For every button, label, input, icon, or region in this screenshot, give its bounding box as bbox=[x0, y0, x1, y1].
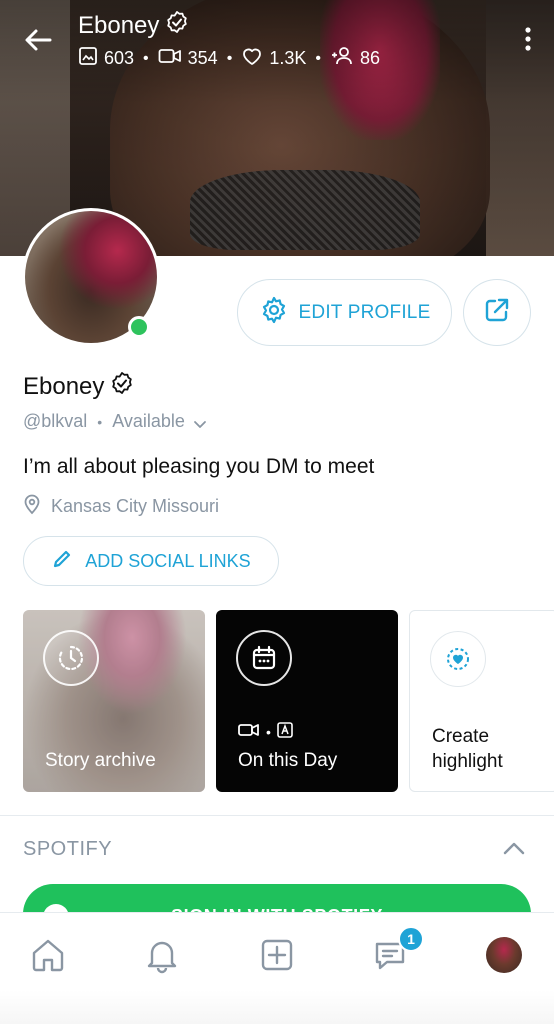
heart-icon bbox=[241, 46, 263, 71]
on-this-day-card[interactable]: • On this Day bbox=[216, 610, 398, 792]
verified-icon bbox=[165, 10, 189, 41]
profile-handle: @blkval bbox=[23, 411, 88, 431]
story-archive-label: Story archive bbox=[45, 750, 156, 772]
video-icon bbox=[238, 722, 260, 741]
heart-plus-icon bbox=[430, 631, 486, 687]
bottom-fade bbox=[0, 990, 554, 1024]
media-separator: • bbox=[266, 723, 271, 740]
back-arrow-icon[interactable] bbox=[20, 22, 56, 58]
stat-separator: • bbox=[143, 49, 149, 67]
profile-handle-row: @blkval • Available bbox=[23, 411, 207, 432]
share-icon bbox=[482, 295, 512, 330]
header-name-text: Eboney bbox=[78, 11, 160, 39]
text-post-icon bbox=[277, 722, 293, 741]
stat-photos: 603 bbox=[78, 46, 134, 71]
profile-name: Eboney bbox=[23, 371, 134, 402]
clock-icon bbox=[43, 630, 99, 686]
pencil-icon bbox=[51, 548, 73, 575]
profile-avatar-tab[interactable] bbox=[486, 937, 522, 973]
location-pin-icon bbox=[23, 493, 41, 520]
add-post-icon[interactable] bbox=[257, 935, 297, 975]
on-this-day-media-types: • bbox=[238, 722, 293, 741]
availability-status[interactable]: Available bbox=[112, 411, 185, 432]
header-name: Eboney bbox=[78, 10, 189, 41]
subscribers-icon bbox=[330, 46, 354, 71]
stat-subscribers-value: 86 bbox=[359, 48, 380, 68]
video-icon bbox=[158, 46, 182, 71]
add-social-links-label: ADD SOCIAL LINKS bbox=[85, 550, 251, 571]
image-icon bbox=[78, 46, 98, 71]
profile-location-text: Kansas City Missouri bbox=[51, 496, 220, 516]
story-archive-card[interactable]: Story archive bbox=[23, 610, 205, 792]
edit-profile-label: EDIT PROFILE bbox=[298, 301, 431, 323]
chevron-down-icon[interactable] bbox=[193, 415, 207, 429]
on-this-day-label: On this Day bbox=[238, 750, 338, 772]
stat-photos-value: 603 bbox=[104, 48, 135, 68]
bell-icon[interactable] bbox=[142, 935, 182, 975]
profile-name-text: Eboney bbox=[23, 372, 105, 400]
create-highlight-card[interactable]: Create highlight bbox=[409, 610, 554, 792]
stat-separator: • bbox=[315, 49, 321, 67]
chevron-up-icon[interactable] bbox=[501, 838, 527, 860]
add-social-links-button[interactable]: ADD SOCIAL LINKS bbox=[23, 536, 279, 586]
share-profile-button[interactable] bbox=[463, 279, 531, 346]
message-count-badge: 1 bbox=[398, 926, 424, 952]
more-options-icon[interactable] bbox=[518, 24, 538, 54]
stat-separator: • bbox=[226, 49, 233, 67]
create-highlight-label: Create highlight bbox=[432, 725, 503, 773]
stat-subscribers: 86 bbox=[330, 46, 380, 71]
verified-icon bbox=[110, 371, 134, 402]
stat-likes-value: 1.3K bbox=[269, 48, 307, 68]
stat-videos-value: 354 bbox=[187, 48, 218, 68]
profile-bio: I’m all about pleasing you DM to meet bbox=[23, 455, 375, 478]
profile-location: Kansas City Missouri bbox=[23, 493, 219, 520]
header-stats: 603 • 354 • 1.3K • 86 bbox=[78, 46, 380, 71]
home-icon[interactable] bbox=[28, 935, 68, 975]
edit-profile-button[interactable]: EDIT PROFILE bbox=[237, 279, 452, 346]
gear-icon bbox=[259, 295, 289, 331]
stat-likes: 1.3K bbox=[241, 46, 306, 71]
stat-videos: 354 bbox=[158, 46, 218, 71]
section-divider bbox=[0, 815, 554, 816]
calendar-icon bbox=[236, 630, 292, 686]
spotify-section-title: SPOTIFY bbox=[23, 838, 113, 860]
online-status-indicator bbox=[128, 316, 150, 338]
handle-separator: • bbox=[97, 413, 103, 430]
